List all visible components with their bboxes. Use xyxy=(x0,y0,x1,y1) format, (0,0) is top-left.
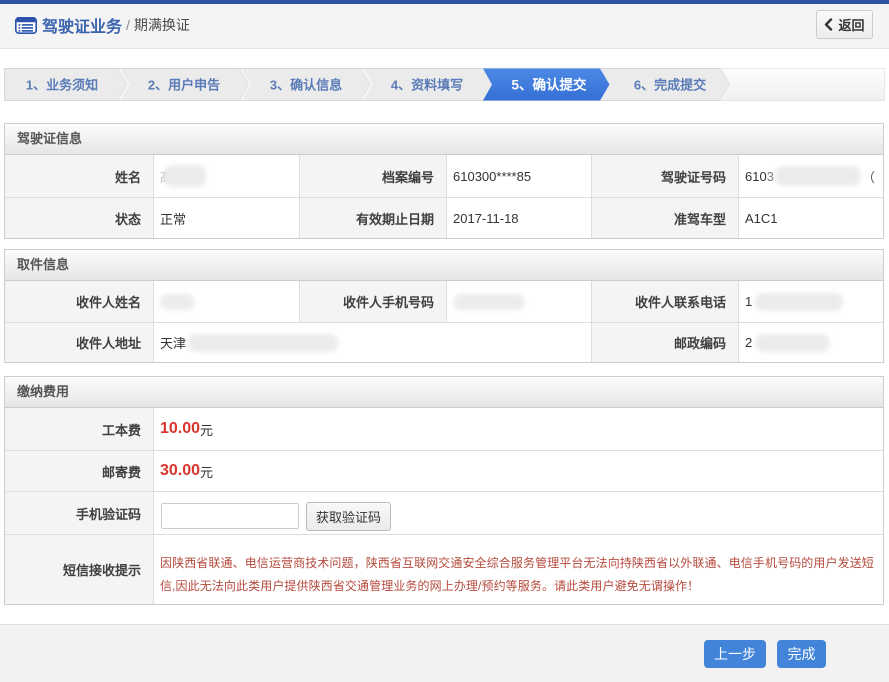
svg-text:6、完成提交: 6、完成提交 xyxy=(634,78,706,93)
svg-text:1、业务须知: 1、业务须知 xyxy=(26,78,98,93)
svg-text:4、资料填写: 4、资料填写 xyxy=(391,78,463,93)
svg-text:2、用户申告: 2、用户申告 xyxy=(148,78,220,93)
svg-text:5、确认提交: 5、确认提交 xyxy=(511,77,587,93)
svg-text:3、确认信息: 3、确认信息 xyxy=(270,78,342,93)
